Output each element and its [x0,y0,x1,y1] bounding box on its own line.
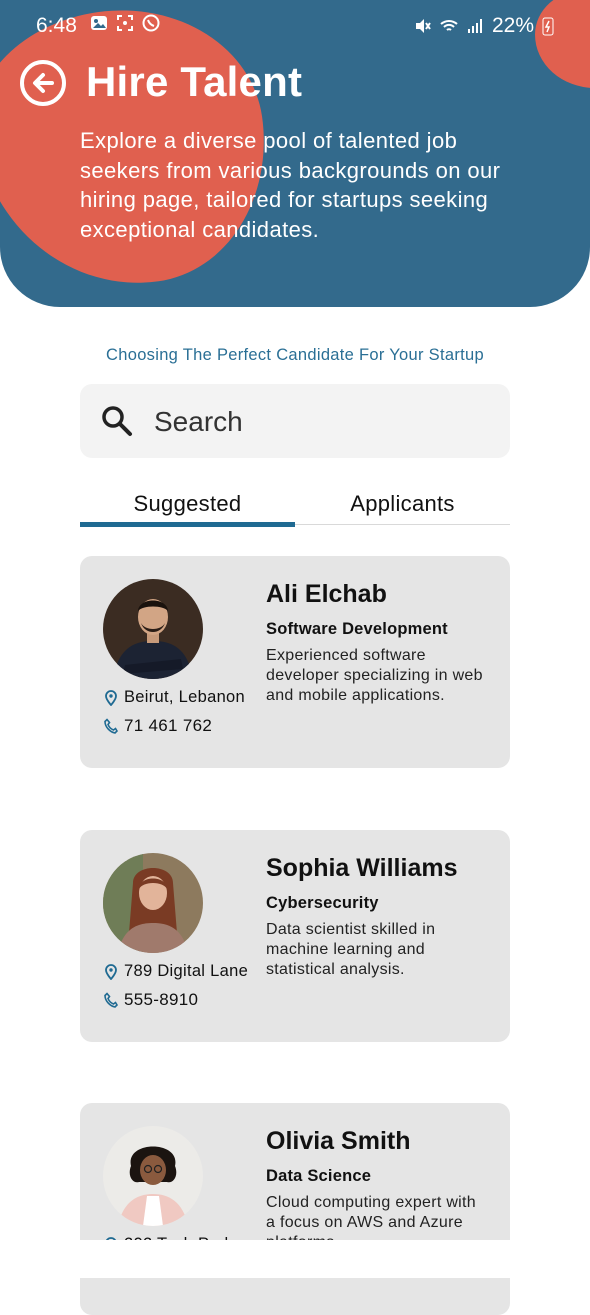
candidate-description: Experienced software developer specializ… [266,647,483,704]
notification-icons [90,14,160,32]
phone-icon [104,992,118,1008]
wifi-icon [440,20,458,31]
location-row: Beirut, Lebanon [104,688,245,707]
phone-row: 555-8910 [104,990,198,1010]
location-row: 789 Digital Lane [104,962,248,981]
phone-row: 71 461 762 [104,716,212,736]
candidate-phone: 71 461 762 [124,716,213,735]
screen-bottom-edge [0,1240,590,1278]
mute-icon [415,19,431,33]
battery-icon [542,17,554,36]
section-tagline: Choosing The Perfect Candidate For Your … [106,346,484,364]
status-bar: 6:48 22% [0,0,590,52]
page-title: Hire Talent [86,58,303,105]
tab-suggested[interactable]: Suggested [80,484,295,524]
candidate-field: Software Development [266,620,448,638]
candidate-location: Beirut, Lebanon [124,688,246,706]
candidate-description: Data scientist skilled in machine learni… [266,921,436,978]
whatsapp-icon [142,14,160,32]
candidate-name: Ali Elchab [266,580,387,608]
candidate-card[interactable]: 202 Tech Park Olivia Smith Data Science … [80,1103,510,1315]
map-pin-icon [105,963,117,980]
candidate-field: Data Science [266,1167,372,1185]
candidate-field: Cybersecurity [266,894,379,912]
back-button[interactable] [20,60,66,106]
page-subtitle: Explore a diverse pool of talented job s… [80,128,501,242]
candidate-card[interactable]: Beirut, Lebanon 71 461 762 Ali Elchab So… [80,556,510,768]
candidate-location: 789 Digital Lane [124,962,249,980]
phone-icon [104,718,118,734]
map-pin-icon [105,689,117,706]
hero-header: 6:48 22% Hire Talent Explore a diverse p… [0,0,590,307]
candidate-card[interactable]: 789 Digital Lane 555-8910 Sophia William… [80,830,510,1042]
candidate-phone: 555-8910 [124,990,199,1009]
search-input[interactable] [152,400,486,444]
avatar [103,853,203,953]
tab-applicants[interactable]: Applicants [295,484,510,524]
avatar [103,579,203,679]
arrow-left-icon [33,73,54,93]
gallery-icon [91,16,107,30]
candidate-name: Olivia Smith [266,1127,411,1155]
active-tab-indicator [80,522,295,527]
screenshot-icon [117,15,133,31]
signal-icon [467,19,482,33]
search-icon [102,406,132,436]
search-bar[interactable] [80,384,510,458]
status-time: 6:48 [36,14,77,37]
system-icons: 22% [414,14,554,38]
tab-bar: Suggested Applicants [80,484,510,527]
candidate-name: Sophia Williams [266,854,458,882]
battery-level: 22% [491,14,534,37]
avatar [103,1126,203,1226]
